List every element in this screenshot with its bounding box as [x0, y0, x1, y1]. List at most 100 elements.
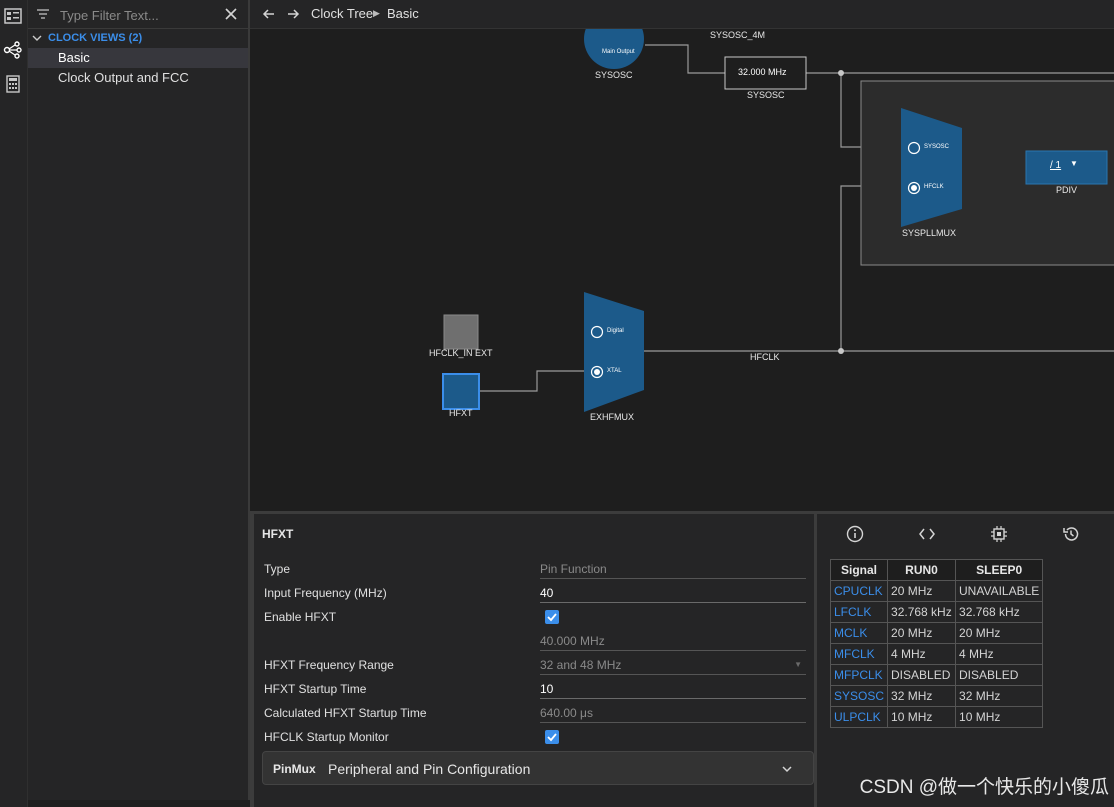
table-cell: 10 MHz	[887, 706, 957, 728]
dropdown-arrow-icon: ▼	[794, 660, 802, 669]
table-cell: 4 MHz	[955, 643, 1044, 665]
pinmux-label: Peripheral and Pin Configuration	[328, 761, 531, 777]
breadcrumb-clock-tree[interactable]: Clock Tree	[311, 6, 373, 21]
clock-tree-icon[interactable]	[3, 40, 23, 60]
startup-time-label: HFXT Startup Time	[264, 682, 367, 696]
column-header: RUN0	[887, 559, 957, 581]
filter-icon	[37, 9, 49, 19]
clock-views-explorer: CLOCK VIEWS (2) Basic Clock Output and F…	[28, 0, 250, 800]
history-icon[interactable]	[1062, 525, 1080, 543]
sysosc-freq-value[interactable]: 32.000 MHz	[738, 67, 787, 77]
signal-panel: Signal RUN0 SLEEP0 CPUCLK 20 MHz UNAVAILAB…	[814, 511, 1114, 807]
pdiv-dropdown-icon[interactable]: ▼	[1070, 159, 1078, 168]
frequency-range-select: 32 and 48 MHz ▼	[540, 656, 806, 675]
breadcrumb-basic[interactable]: Basic	[387, 6, 419, 21]
exhfmux-label[interactable]: EXHFMUX	[590, 412, 634, 422]
breadcrumb-separator-icon: ▶	[373, 8, 380, 18]
calculator-icon[interactable]	[3, 74, 23, 94]
syspllmux-input-sysosc[interactable]: SYSOSC	[924, 144, 949, 150]
group-label: CLOCK VIEWS (2)	[48, 32, 143, 44]
sysosc-freq-label: SYSOSC	[747, 90, 785, 100]
signal-link[interactable]: MFPCLK	[829, 664, 889, 686]
table-row: MFPCLK DISABLED DISABLED	[829, 664, 1044, 686]
table-cell: DISABLED	[887, 664, 957, 686]
table-cell: DISABLED	[955, 664, 1044, 686]
table-cell: 32 MHz	[955, 685, 1044, 707]
sysosc-label[interactable]: SYSOSC	[595, 70, 633, 80]
chevron-down-icon	[32, 35, 42, 41]
frequency-range-label: HFXT Frequency Range	[264, 658, 394, 672]
syspllmux-label[interactable]: SYSPLLMUX	[902, 228, 956, 238]
watermark: CSDN @做一个快乐的小傻瓜	[859, 777, 1109, 798]
signal-link[interactable]: MCLK	[829, 622, 889, 644]
table-row: MCLK 20 MHz 20 MHz	[829, 622, 1044, 644]
calc-startup-label: Calculated HFXT Startup Time	[264, 706, 427, 720]
table-row: SYSOSC 32 MHz 32 MHz	[829, 685, 1044, 707]
filter-input[interactable]	[58, 4, 222, 26]
table-row: LFCLK 32.768 kHz 32.768 kHz	[829, 601, 1044, 623]
clock-tree-diagram: Main Output SYSOSC SYSOSC_4M 32.000 MHz …	[250, 29, 1114, 511]
forward-arrow-icon[interactable]	[286, 7, 300, 21]
dashboard-icon[interactable]	[3, 6, 23, 26]
startup-monitor-checkbox[interactable]	[545, 730, 559, 744]
signal-link[interactable]: ULPCLK	[829, 706, 889, 728]
chip-icon[interactable]	[990, 525, 1008, 543]
hfclk-in-ext-label[interactable]: HFCLK_IN EXT	[429, 348, 493, 358]
signal-link[interactable]: SYSOSC	[829, 685, 889, 707]
computed-frequency: 40.000 MHz	[540, 632, 806, 651]
signal-link[interactable]: LFCLK	[829, 601, 889, 623]
info-icon[interactable]	[846, 525, 864, 543]
checkmark-icon	[547, 613, 557, 622]
tree-item-label: Basic	[58, 50, 90, 65]
column-header: SLEEP0	[955, 559, 1044, 581]
sysosc-4m-label: SYSOSC_4M	[710, 30, 766, 40]
filter-bar	[28, 0, 248, 29]
table-cell: 32 MHz	[887, 685, 957, 707]
exhfmux-input-digital[interactable]: Digital	[607, 328, 624, 334]
enable-hfxt-label: Enable HFXT	[264, 610, 337, 624]
syspllmux-input-hfclk[interactable]: HFCLK	[924, 184, 944, 190]
column-header: Signal	[829, 559, 889, 581]
table-cell: 10 MHz	[955, 706, 1044, 728]
signal-link[interactable]: MFCLK	[829, 643, 889, 665]
clock-wires	[442, 29, 1114, 412]
checkmark-icon	[547, 733, 557, 742]
tree-item-clock-output-fcc[interactable]: Clock Output and FCC	[28, 68, 248, 88]
back-arrow-icon[interactable]	[262, 7, 276, 21]
close-icon[interactable]	[224, 7, 238, 21]
table-cell: 20 MHz	[887, 622, 957, 644]
startup-monitor-label: HFCLK Startup Monitor	[264, 730, 389, 744]
frequency-range-value: 32 and 48 MHz	[540, 658, 622, 672]
table-cell: 32.768 kHz	[887, 601, 957, 623]
enable-hfxt-checkbox[interactable]	[545, 610, 559, 624]
exhfmux-input-xtal[interactable]: XTAL	[607, 368, 622, 374]
startup-time-field[interactable]: 10	[540, 680, 806, 699]
clock-views-group[interactable]: CLOCK VIEWS (2)	[28, 28, 248, 48]
table-row: MFCLK 4 MHz 4 MHz	[829, 643, 1044, 665]
pdiv-label: PDIV	[1056, 185, 1078, 195]
chevron-down-icon	[782, 766, 792, 773]
breadcrumb-bar: Clock Tree ▶ Basic	[250, 0, 1114, 29]
sysosc-inner-label: Main Output	[602, 49, 635, 55]
table-cell: 4 MHz	[887, 643, 957, 665]
hfxt-label[interactable]: HFXT	[449, 408, 473, 418]
panel-title: HFXT	[262, 527, 294, 541]
hfclk-label: HFCLK	[750, 352, 780, 362]
table-cell: UNAVAILABLE	[955, 580, 1044, 602]
pdiv-value[interactable]: / 1	[1050, 160, 1061, 171]
code-icon[interactable]	[918, 525, 936, 543]
hfxt-properties-panel: HFXT Type Pin Function Input Frequency (…	[250, 511, 814, 807]
pinmux-section-header[interactable]: PinMux Peripheral and Pin Configuration	[262, 751, 814, 785]
pinmux-tag: PinMux	[273, 762, 316, 776]
table-cell: 20 MHz	[887, 580, 957, 602]
activity-bar	[0, 0, 28, 807]
calc-startup-value: 640.00 μs	[540, 704, 806, 723]
tree-item-basic[interactable]: Basic	[28, 48, 248, 68]
type-label: Type	[264, 562, 291, 576]
signal-link[interactable]: CPUCLK	[829, 580, 889, 602]
input-frequency-field[interactable]: 40	[540, 584, 806, 603]
signal-table: Signal RUN0 SLEEP0 CPUCLK 20 MHz UNAVAILAB…	[829, 559, 1044, 728]
table-row: CPUCLK 20 MHz UNAVAILABLE	[829, 580, 1044, 602]
type-value: Pin Function	[540, 560, 806, 579]
table-row: ULPCLK 10 MHz 10 MHz	[829, 706, 1044, 728]
